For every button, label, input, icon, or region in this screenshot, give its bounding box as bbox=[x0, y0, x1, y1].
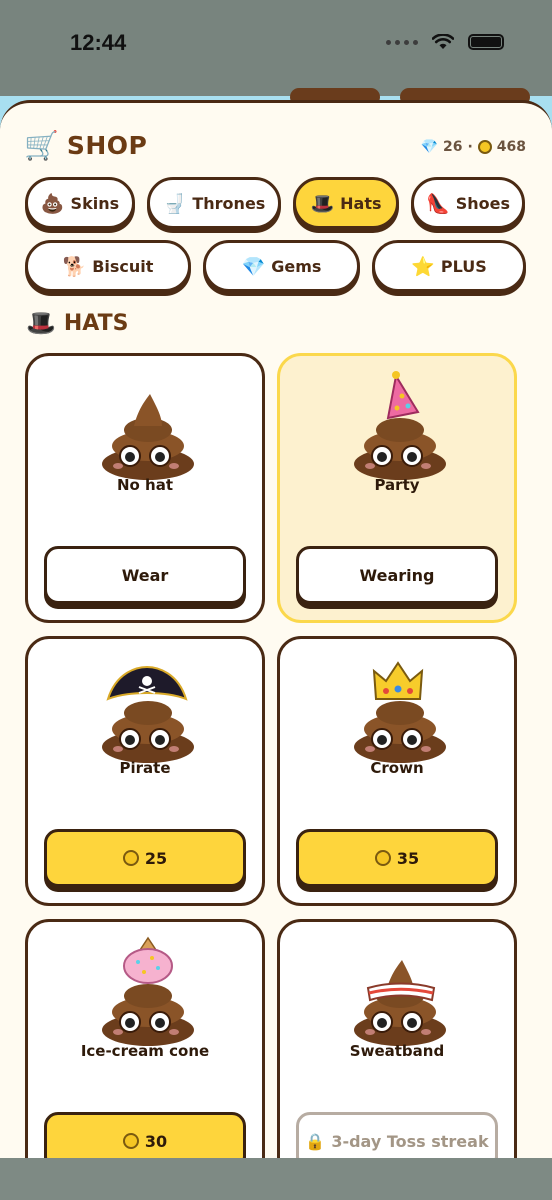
status-bar: 12:44 bbox=[0, 0, 552, 96]
coin-icon bbox=[374, 850, 391, 866]
price: 30 bbox=[144, 1131, 168, 1151]
section-title: HATS bbox=[63, 310, 129, 336]
price: 25 bbox=[144, 848, 168, 868]
signal-icon bbox=[386, 39, 418, 45]
wear-button[interactable]: Wear bbox=[44, 546, 246, 604]
coin-icon bbox=[122, 1133, 139, 1149]
unlock-requirement: 3-day Toss streak bbox=[331, 1131, 489, 1151]
item-name: No hat bbox=[116, 476, 174, 494]
lock-icon: 🔒 bbox=[305, 1131, 326, 1151]
pirate-hat-icon bbox=[106, 665, 188, 701]
hat-card-party[interactable]: Party Wearing bbox=[277, 353, 517, 623]
tab-plus[interactable]: ⭐ PLUS bbox=[372, 240, 526, 292]
status-icons bbox=[386, 34, 504, 50]
tab-biscuit[interactable]: 🐕 Biscuit bbox=[25, 240, 191, 292]
star-icon: ⭐ bbox=[411, 255, 435, 278]
gem-count: 26 bbox=[442, 139, 463, 155]
tab-thrones[interactable]: 🚽 Thrones bbox=[147, 177, 281, 229]
cart-icon: 🛒 bbox=[24, 128, 59, 162]
coin-icon bbox=[122, 850, 139, 866]
tab-gems[interactable]: 💎 Gems bbox=[203, 240, 360, 292]
gem-icon: 💎 bbox=[241, 255, 266, 278]
item-name: Crown bbox=[370, 759, 424, 777]
hat-card-pirate[interactable]: Pirate 25 bbox=[25, 636, 265, 906]
top-hat-icon: 🎩 bbox=[26, 309, 56, 337]
shop-title: SHOP bbox=[66, 131, 148, 160]
coin-count: 468 bbox=[496, 139, 526, 155]
hat-card-crown[interactable]: Crown 35 bbox=[277, 636, 517, 906]
item-name: Pirate bbox=[119, 759, 171, 777]
bottom-area bbox=[0, 1158, 552, 1200]
tab-label: Shoes bbox=[455, 193, 510, 213]
item-name: Sweatband bbox=[349, 1042, 445, 1060]
tab-label: Hats bbox=[340, 193, 382, 213]
currency-display: 💎 26 · 468 bbox=[421, 139, 526, 155]
buy-button[interactable]: 30 bbox=[44, 1112, 246, 1158]
battery-icon bbox=[468, 34, 504, 50]
tab-skins[interactable]: 💩 Skins bbox=[25, 177, 135, 229]
hat-card-sweatband[interactable]: Sweatband 🔒 3-day Toss streak bbox=[277, 919, 517, 1158]
section-header: 🎩 HATS bbox=[26, 309, 128, 337]
ice-cream-icon bbox=[123, 936, 173, 984]
tab-label: Thrones bbox=[192, 193, 266, 213]
tab-label: Biscuit bbox=[92, 256, 154, 276]
gem-icon: 💎 bbox=[420, 139, 438, 155]
tab-label: PLUS bbox=[440, 256, 487, 276]
sweatband-icon bbox=[366, 982, 436, 1002]
tab-hats[interactable]: 🎩 Hats bbox=[293, 177, 399, 229]
coin-icon bbox=[477, 140, 492, 154]
party-hat-icon bbox=[386, 371, 420, 420]
wifi-icon bbox=[432, 34, 454, 49]
tab-shoes[interactable]: 👠 Shoes bbox=[411, 177, 525, 229]
hat-card-ice-cream-cone[interactable]: Ice-cream cone 30 bbox=[25, 919, 265, 1158]
buy-button[interactable]: 25 bbox=[44, 829, 246, 887]
item-name: Party bbox=[374, 476, 420, 494]
shop-header: 🛒 SHOP bbox=[24, 131, 147, 160]
currency-separator: · bbox=[467, 139, 473, 155]
high-heel-icon: 👠 bbox=[426, 192, 450, 215]
toilet-icon: 🚽 bbox=[162, 192, 187, 215]
price: 35 bbox=[396, 848, 420, 868]
crown-icon bbox=[372, 661, 424, 700]
tab-label: Skins bbox=[70, 193, 120, 213]
shop-sheet: 🛒 SHOP 💎 26 · 468 💩 Skins 🚽 Thrones 🎩 Hats … bbox=[0, 100, 552, 1158]
poo-icon: 💩 bbox=[40, 192, 65, 215]
hat-card-no-hat[interactable]: No hat Wear bbox=[25, 353, 265, 623]
locked-button[interactable]: 🔒 3-day Toss streak bbox=[296, 1112, 498, 1158]
tab-label: Gems bbox=[271, 256, 322, 276]
status-time: 12:44 bbox=[70, 30, 127, 55]
poo-character-icon bbox=[102, 394, 194, 480]
dog-icon: 🐕 bbox=[62, 255, 87, 278]
top-hat-icon: 🎩 bbox=[310, 192, 335, 215]
wearing-button[interactable]: Wearing bbox=[296, 546, 498, 604]
buy-button[interactable]: 35 bbox=[296, 829, 498, 887]
item-name: Ice-cream cone bbox=[80, 1042, 210, 1060]
